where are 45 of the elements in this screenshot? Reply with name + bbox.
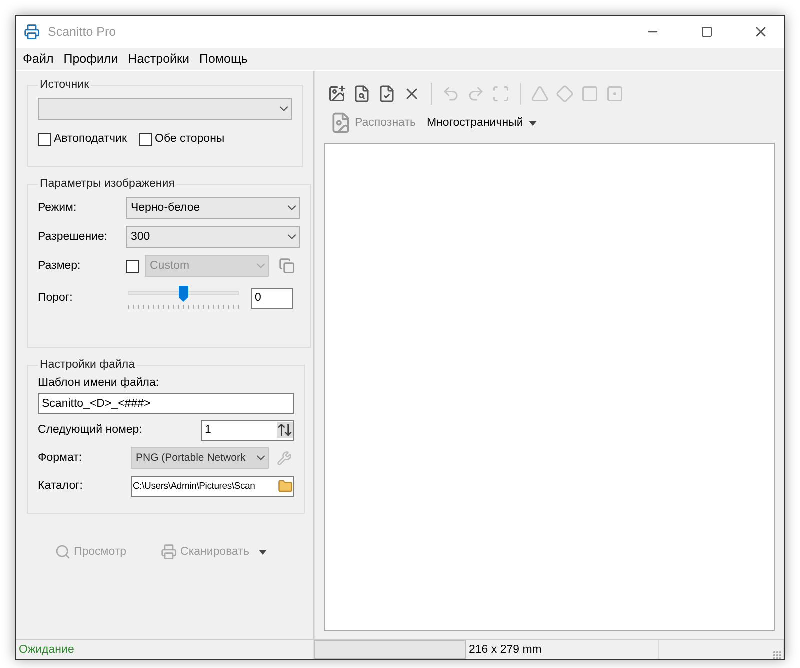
group-title: Параметры изображения: [39, 178, 176, 190]
checkbox[interactable]: [38, 132, 51, 146]
source-dropdown[interactable]: [38, 98, 292, 120]
maximize-icon: [701, 26, 713, 38]
filename-template-field[interactable]: Scanitto_<D>_<###>: [38, 393, 294, 414]
scanner-icon: [24, 24, 40, 40]
group-title: Источник: [39, 79, 90, 91]
field-label: Следующий номер:: [38, 424, 144, 436]
field-label: Разрешение:: [38, 231, 109, 243]
field-label: Шаблон имени файла:: [38, 377, 160, 389]
menu-item[interactable]: Файл: [18, 52, 59, 66]
scanner-icon: [160, 544, 177, 560]
menu-item[interactable]: Настройки: [123, 52, 194, 66]
dropdown[interactable]: Черно-белое: [126, 197, 300, 219]
swap-orientation-icon[interactable]: [279, 258, 295, 274]
caret-icon: [529, 120, 538, 126]
menu-item[interactable]: Профили: [58, 52, 124, 66]
mode-dropdown[interactable]: Многостраничный: [424, 117, 540, 129]
field-label: Размер:: [38, 260, 82, 272]
menu-item[interactable]: Помощь: [194, 52, 253, 66]
field-label: Порог:: [38, 292, 74, 304]
number-field[interactable]: 1: [201, 420, 294, 440]
checkbox-label: Обе стороны: [155, 133, 225, 145]
caret-icon: [259, 550, 268, 554]
resize-grip-icon[interactable]: [773, 651, 781, 659]
threshold-field[interactable]: 0: [251, 288, 293, 308]
wrench-icon[interactable]: [277, 450, 292, 466]
status-text: Ожидание: [19, 644, 74, 656]
add-image-icon[interactable]: [327, 84, 347, 104]
slider[interactable]: [128, 286, 239, 310]
field-label: Режим:: [38, 202, 78, 214]
folder-field[interactable]: C:\Users\Admin\Pictures\Scan: [131, 476, 294, 496]
slider-thumb[interactable]: [178, 286, 188, 302]
group-title: Настройки файла: [39, 359, 136, 371]
document-image-icon: [330, 112, 352, 134]
window-title: Scanitto Pro: [48, 25, 118, 39]
field-label: Формат:: [38, 452, 84, 464]
spin-icon[interactable]: [277, 422, 293, 438]
magnifier-icon: [55, 544, 71, 560]
checkbox[interactable]: [139, 132, 152, 146]
page-size-text: 216 x 279 mm: [469, 644, 542, 656]
field-label: Каталог:: [38, 480, 84, 492]
dropdown[interactable]: 300: [126, 226, 300, 248]
folder-icon[interactable]: [278, 478, 293, 494]
checkbox-label: Автоподатчик: [54, 133, 127, 145]
